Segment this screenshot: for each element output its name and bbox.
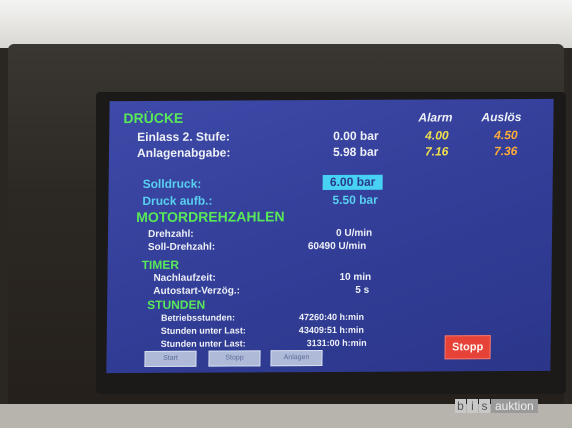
druecke-heading: DRÜCKE (123, 109, 184, 127)
stunden-unter-last-2-label: Stunden unter Last: (160, 338, 246, 349)
autostart-value: 5 s (355, 284, 370, 296)
background-wall (0, 0, 572, 48)
autostart-label: Autostart-Verzög.: (153, 285, 241, 297)
solldruck-label: Solldruck: (142, 176, 202, 191)
einlass-label: Einlass 2. Stufe: (137, 129, 231, 145)
druck-aufb-value: 5.50 bar (332, 192, 378, 207)
stunden-unter-last-label: Stunden unter Last: (160, 325, 246, 336)
druck-aufb-label: Druck aufb.: (142, 193, 213, 208)
betriebsstunden-value: 47260:40 h:min (298, 311, 365, 323)
softkey-anlagen-button[interactable]: Anlagen (270, 350, 323, 367)
stunden-unter-last-value: 43409:51 h:min (298, 324, 364, 336)
soll-drehzahl-value: 60490 U/min (307, 240, 367, 253)
anlagenabgabe-ausloes-value: 7.36 (493, 144, 518, 159)
watermark-letter-s: s (479, 399, 490, 413)
einlass-ausloes-value: 4.50 (494, 128, 518, 143)
einlass-value: 0.00 bar (333, 128, 379, 143)
anlagenabgabe-label: Anlagenabgabe: (136, 145, 231, 161)
softkey-start-button[interactable]: Start (144, 350, 197, 367)
stunden-heading: STUNDEN (147, 297, 206, 312)
ausloes-column-header: Auslös (481, 110, 522, 125)
watermark-letter-i: i (467, 399, 478, 413)
alarm-column-header: Alarm (418, 110, 453, 125)
watermark-word: auktion (491, 399, 538, 413)
betriebsstunden-label: Betriebsstunden: (160, 312, 236, 323)
anlagenabgabe-value: 5.98 bar (332, 144, 379, 159)
timer-heading: TIMER (141, 257, 180, 272)
anlagenabgabe-alarm-value: 7.16 (424, 144, 449, 159)
solldruck-input[interactable]: 6.00 bar (322, 174, 383, 191)
nachlaufzeit-label: Nachlaufzeit: (153, 272, 216, 284)
einlass-alarm-value: 4.00 (425, 128, 449, 143)
bis-auktion-watermark: b i s auktion (455, 398, 538, 414)
nachlaufzeit-value: 10 min (339, 271, 372, 283)
stopp-button[interactable]: Stopp (444, 335, 491, 360)
soll-drehzahl-label: Soll-Drehzahl: (147, 241, 216, 253)
drehzahl-label: Drehzahl: (147, 228, 194, 240)
stunden-unter-last-2-value: 3131:00 h:min (306, 337, 367, 349)
motordrehzahlen-heading: MOTORDREHZAHLEN (136, 208, 285, 226)
drehzahl-value: 0 U/min (335, 227, 373, 239)
hmi-screen: DRÜCKE Alarm Auslös Einlass 2. Stufe: 0.… (106, 98, 554, 374)
watermark-letter-b: b (455, 399, 466, 413)
softkey-stopp-button[interactable]: Stopp (208, 350, 261, 367)
